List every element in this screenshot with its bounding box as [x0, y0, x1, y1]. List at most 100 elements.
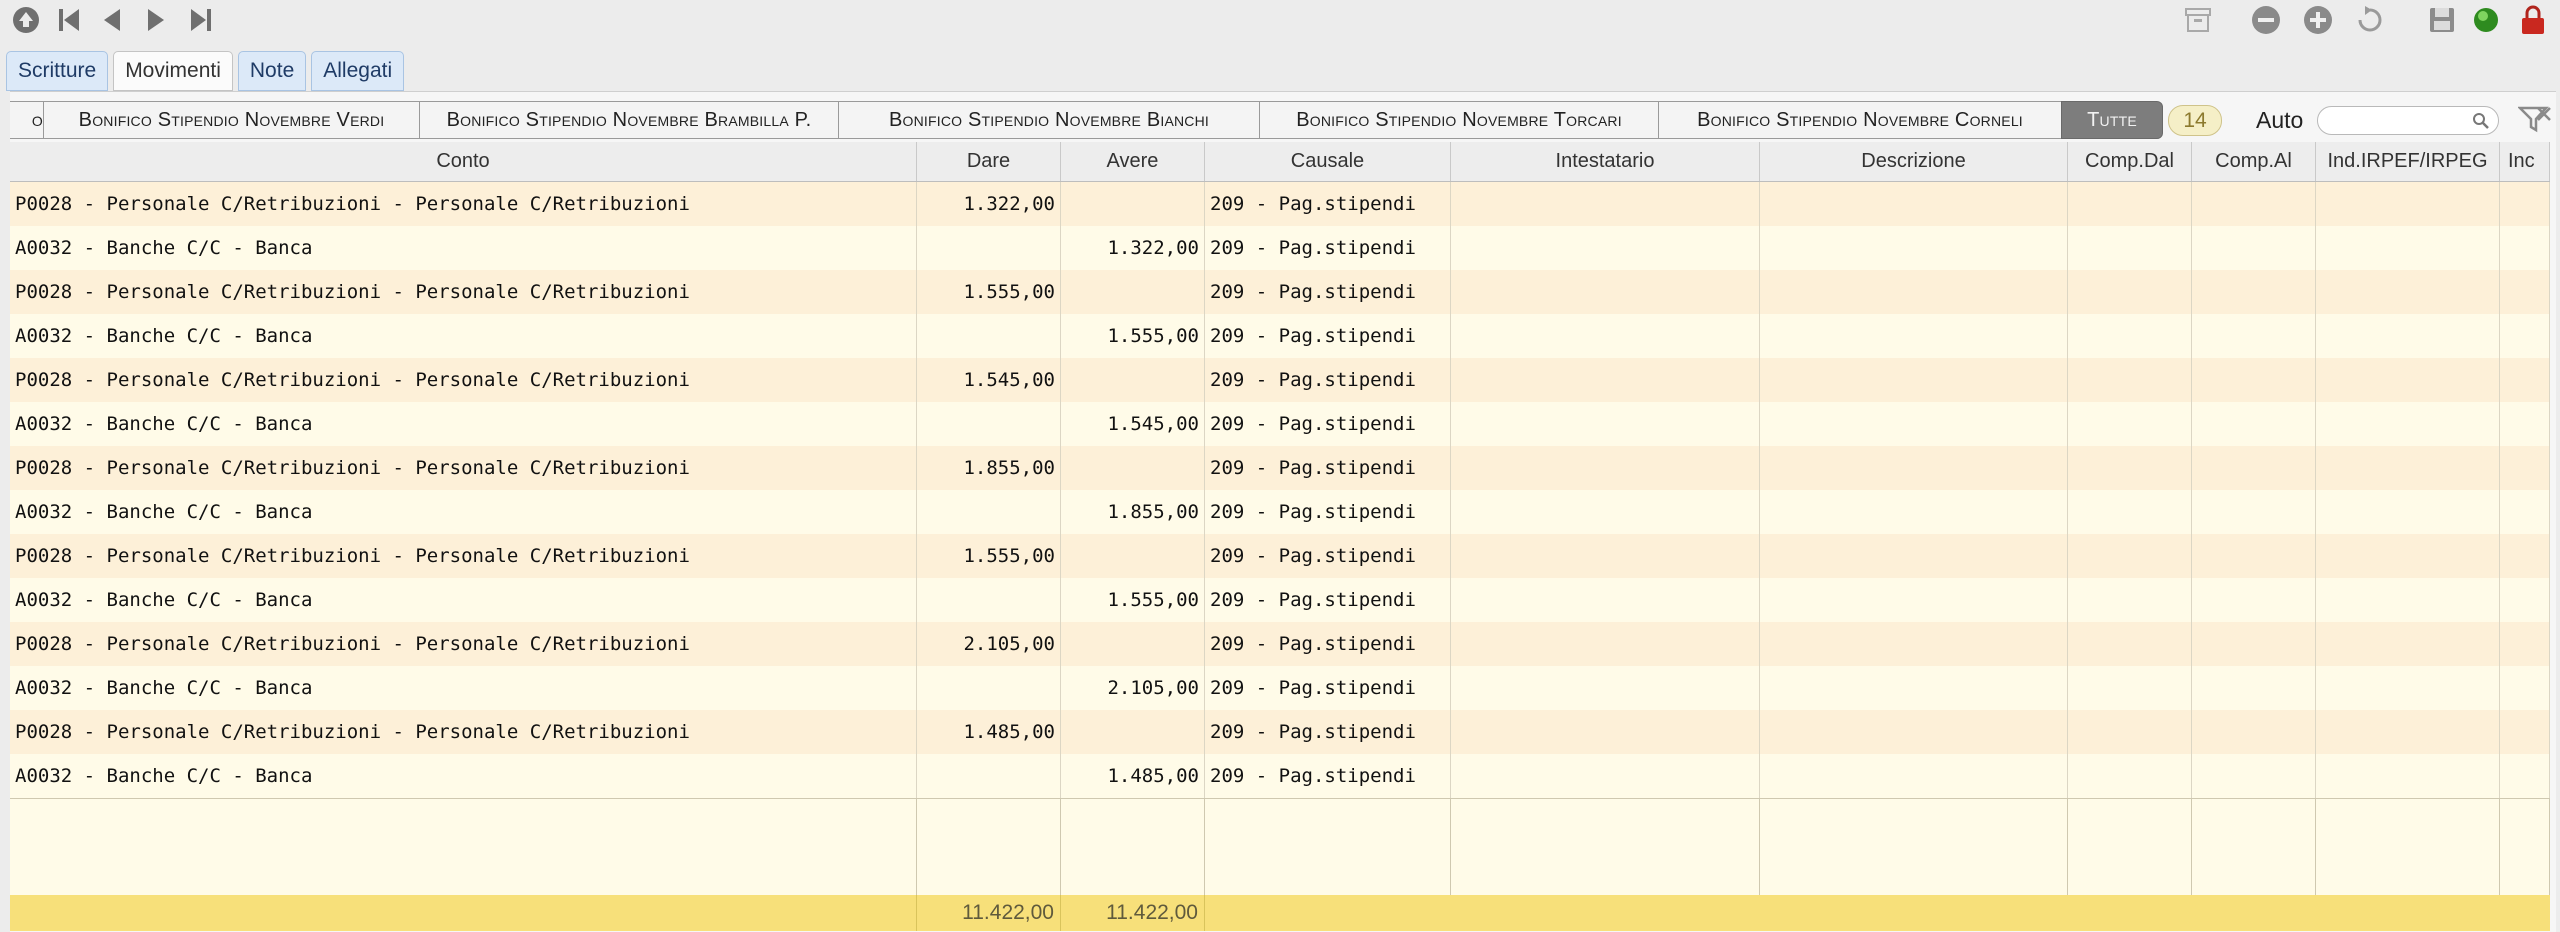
cell-descrizione[interactable] [1760, 402, 2068, 446]
cell-ind-irpef[interactable] [2316, 226, 2500, 270]
cell-intestatario[interactable] [1451, 622, 1760, 666]
cell-avere[interactable] [1061, 534, 1205, 578]
cell-inc[interactable] [2500, 182, 2550, 226]
table-row[interactable]: P0028 - Personale C/Retribuzioni - Perso… [10, 622, 2550, 666]
col-header-inc[interactable]: Inc [2500, 142, 2550, 181]
cell-dare[interactable] [917, 490, 1061, 534]
cell-comp-al[interactable] [2192, 270, 2316, 314]
cell-ind-irpef[interactable] [2316, 578, 2500, 622]
record-tab-brambilla[interactable]: Bonifico Stipendio Novembre Brambilla P. [419, 101, 838, 139]
cell-intestatario[interactable] [1451, 710, 1760, 754]
table-row[interactable]: A0032 - Banche C/C - Banca 1.555,00 209 - … [10, 314, 2550, 358]
cell-intestatario[interactable] [1451, 578, 1760, 622]
cell-inc[interactable] [2500, 666, 2550, 710]
search-field[interactable] [2317, 106, 2499, 135]
cell-comp-al[interactable] [2192, 754, 2316, 798]
cell-intestatario[interactable] [1451, 182, 1760, 226]
record-tab-tutte[interactable]: Tutte [2061, 101, 2163, 139]
cell-ind-irpef[interactable] [2316, 622, 2500, 666]
cell-intestatario[interactable] [1451, 446, 1760, 490]
table-row[interactable]: A0032 - Banche C/C - Banca 2.105,00 209 - … [10, 666, 2550, 710]
cell-intestatario[interactable] [1451, 358, 1760, 402]
tab-scritture[interactable]: Scritture [6, 51, 109, 91]
cell-descrizione[interactable] [1760, 358, 2068, 402]
cell-dare[interactable]: 1.545,00 [917, 358, 1061, 402]
cell-avere[interactable] [1061, 446, 1205, 490]
cell-ind-irpef[interactable] [2316, 270, 2500, 314]
remove-icon[interactable] [2250, 4, 2282, 36]
cell-dare[interactable] [917, 666, 1061, 710]
col-header-avere[interactable]: Avere [1061, 142, 1205, 181]
cell-intestatario[interactable] [1451, 534, 1760, 578]
previous-record-icon[interactable] [96, 4, 128, 36]
table-row[interactable]: P0028 - Personale C/Retribuzioni - Perso… [10, 534, 2550, 578]
cell-avere[interactable]: 1.545,00 [1061, 402, 1205, 446]
cell-comp-dal[interactable] [2068, 754, 2192, 798]
cell-comp-al[interactable] [2192, 666, 2316, 710]
cell-intestatario[interactable] [1451, 754, 1760, 798]
cell-comp-al[interactable] [2192, 490, 2316, 534]
cell-intestatario[interactable] [1451, 314, 1760, 358]
cell-comp-al[interactable] [2192, 358, 2316, 402]
cell-intestatario[interactable] [1451, 490, 1760, 534]
cell-causale[interactable]: 209 - Pag.stipendi [1205, 578, 1451, 622]
cell-intestatario[interactable] [1451, 226, 1760, 270]
save-icon[interactable] [2426, 4, 2458, 36]
cell-dare[interactable] [917, 226, 1061, 270]
cell-avere[interactable] [1061, 270, 1205, 314]
cell-comp-al[interactable] [2192, 446, 2316, 490]
cell-descrizione[interactable] [1760, 446, 2068, 490]
cell-conto[interactable]: A0032 - Banche C/C - Banca [10, 754, 917, 798]
cell-comp-al[interactable] [2192, 710, 2316, 754]
table-row[interactable]: P0028 - Personale C/Retribuzioni - Perso… [10, 182, 2550, 226]
cell-comp-dal[interactable] [2068, 270, 2192, 314]
cell-comp-al[interactable] [2192, 226, 2316, 270]
cell-inc[interactable] [2500, 710, 2550, 754]
cell-ind-irpef[interactable] [2316, 182, 2500, 226]
cell-avere[interactable]: 1.322,00 [1061, 226, 1205, 270]
cell-descrizione[interactable] [1760, 314, 2068, 358]
cell-causale[interactable]: 209 - Pag.stipendi [1205, 446, 1451, 490]
col-header-dare[interactable]: Dare [917, 142, 1061, 181]
cell-dare[interactable]: 1.485,00 [917, 710, 1061, 754]
last-record-icon[interactable] [184, 4, 216, 36]
record-tab-verdi[interactable]: Bonifico Stipendio Novembre Verdi [43, 101, 419, 139]
cell-conto[interactable]: A0032 - Banche C/C - Banca [10, 314, 917, 358]
record-tab-bianchi[interactable]: Bonifico Stipendio Novembre Bianchi [838, 101, 1259, 139]
cell-dare[interactable] [917, 578, 1061, 622]
cell-causale[interactable]: 209 - Pag.stipendi [1205, 314, 1451, 358]
cell-descrizione[interactable] [1760, 182, 2068, 226]
cell-ind-irpef[interactable] [2316, 710, 2500, 754]
cell-causale[interactable]: 209 - Pag.stipendi [1205, 490, 1451, 534]
cell-conto[interactable]: A0032 - Banche C/C - Banca [10, 578, 917, 622]
cell-inc[interactable] [2500, 446, 2550, 490]
cell-conto[interactable]: A0032 - Banche C/C - Banca [10, 226, 917, 270]
cell-comp-dal[interactable] [2068, 666, 2192, 710]
tab-movimenti[interactable]: Movimenti [113, 51, 233, 91]
cell-dare[interactable] [917, 402, 1061, 446]
table-row[interactable]: A0032 - Banche C/C - Banca 1.855,00 209 - … [10, 490, 2550, 534]
cell-ind-irpef[interactable] [2316, 666, 2500, 710]
table-row[interactable]: A0032 - Banche C/C - Banca 1.545,00 209 - … [10, 402, 2550, 446]
cell-descrizione[interactable] [1760, 622, 2068, 666]
add-icon[interactable] [2302, 4, 2334, 36]
cell-comp-dal[interactable] [2068, 490, 2192, 534]
clear-filter-icon[interactable] [2516, 104, 2552, 139]
cell-descrizione[interactable] [1760, 226, 2068, 270]
cell-dare[interactable]: 1.855,00 [917, 446, 1061, 490]
table-row[interactable]: P0028 - Personale C/Retribuzioni - Perso… [10, 710, 2550, 754]
cell-causale[interactable]: 209 - Pag.stipendi [1205, 754, 1451, 798]
record-tab-corneli[interactable]: Bonifico Stipendio Novembre Corneli [1658, 101, 2061, 139]
cell-causale[interactable]: 209 - Pag.stipendi [1205, 622, 1451, 666]
record-tab-torcari[interactable]: Bonifico Stipendio Novembre Torcari [1259, 101, 1658, 139]
up-icon[interactable] [10, 4, 42, 36]
cell-conto[interactable]: P0028 - Personale C/Retribuzioni - Perso… [10, 182, 917, 226]
cell-conto[interactable]: P0028 - Personale C/Retribuzioni - Perso… [10, 446, 917, 490]
cell-dare[interactable] [917, 754, 1061, 798]
cell-descrizione[interactable] [1760, 490, 2068, 534]
cell-comp-dal[interactable] [2068, 402, 2192, 446]
cell-descrizione[interactable] [1760, 578, 2068, 622]
cell-dare[interactable]: 1.555,00 [917, 534, 1061, 578]
cell-causale[interactable]: 209 - Pag.stipendi [1205, 358, 1451, 402]
col-header-comp-al[interactable]: Comp.Al [2192, 142, 2316, 181]
